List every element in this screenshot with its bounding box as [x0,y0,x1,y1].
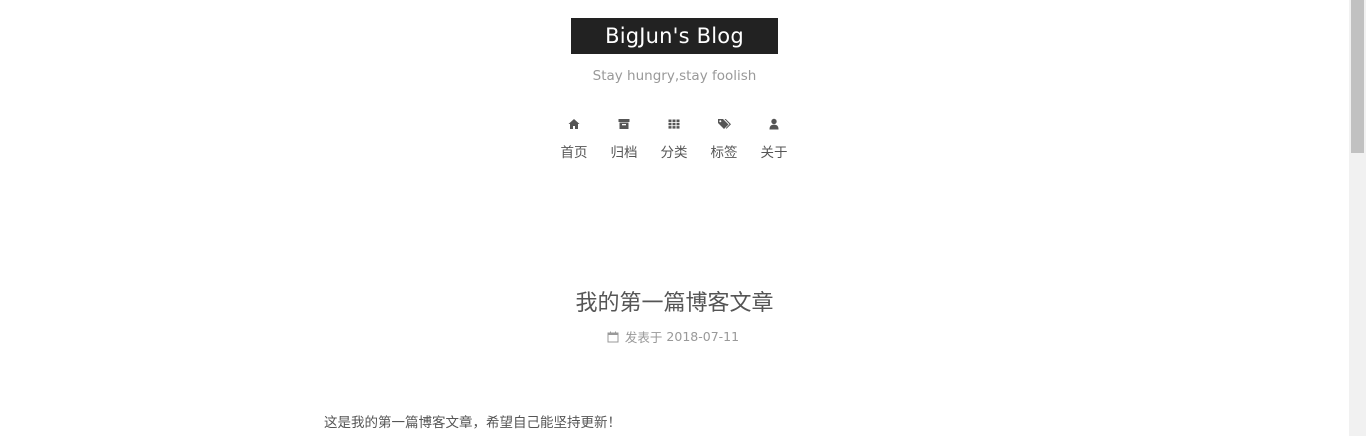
post-body: 这是我的第一篇博客文章，希望自己能坚持更新！ [324,415,621,431]
th-icon [668,119,680,129]
user-icon [769,118,779,130]
menu-item-label: 标签 [710,145,738,161]
site-subtitle: Stay hungry,stay foolish [592,68,757,84]
menu-item-home[interactable]: 首页 [549,114,599,161]
site-title-link[interactable]: BigJun's Blog [571,18,778,54]
menu-item-label: 分类 [660,145,688,161]
calendar-icon [607,331,619,342]
post-title-text: 我的第一篇博客文章 [575,291,774,316]
page-content: BigJun's Blog Stay hungry,stay foolish 首… [0,0,1349,436]
home-icon [568,119,580,129]
menu-item-label: 首页 [560,145,588,161]
menu-item-archives[interactable]: 归档 [599,114,649,161]
tags-icon [718,119,731,129]
scrollbar-thumb[interactable] [1351,0,1364,153]
post-date: 2018-07-11 [666,329,740,344]
site-title: BigJun's Blog [605,24,744,48]
post-meta: 发表于 2018-07-11 [0,327,1349,346]
vertical-scrollbar[interactable] [1349,0,1366,436]
archive-icon [618,119,630,129]
menu-item-tags[interactable]: 标签 [699,114,749,161]
menu-item-label: 关于 [760,145,788,161]
post-meta-label: 发表于 [624,330,663,345]
menu-item-about[interactable]: 关于 [749,114,799,161]
post-title[interactable]: 我的第一篇博客文章 [0,285,1349,317]
menu-item-categories[interactable]: 分类 [649,114,699,161]
menu-item-label: 归档 [610,145,638,161]
browser-viewport: BigJun's Blog Stay hungry,stay foolish 首… [0,0,1366,436]
main-menu: 首页 归档 分类 标签 关于 [549,114,799,161]
